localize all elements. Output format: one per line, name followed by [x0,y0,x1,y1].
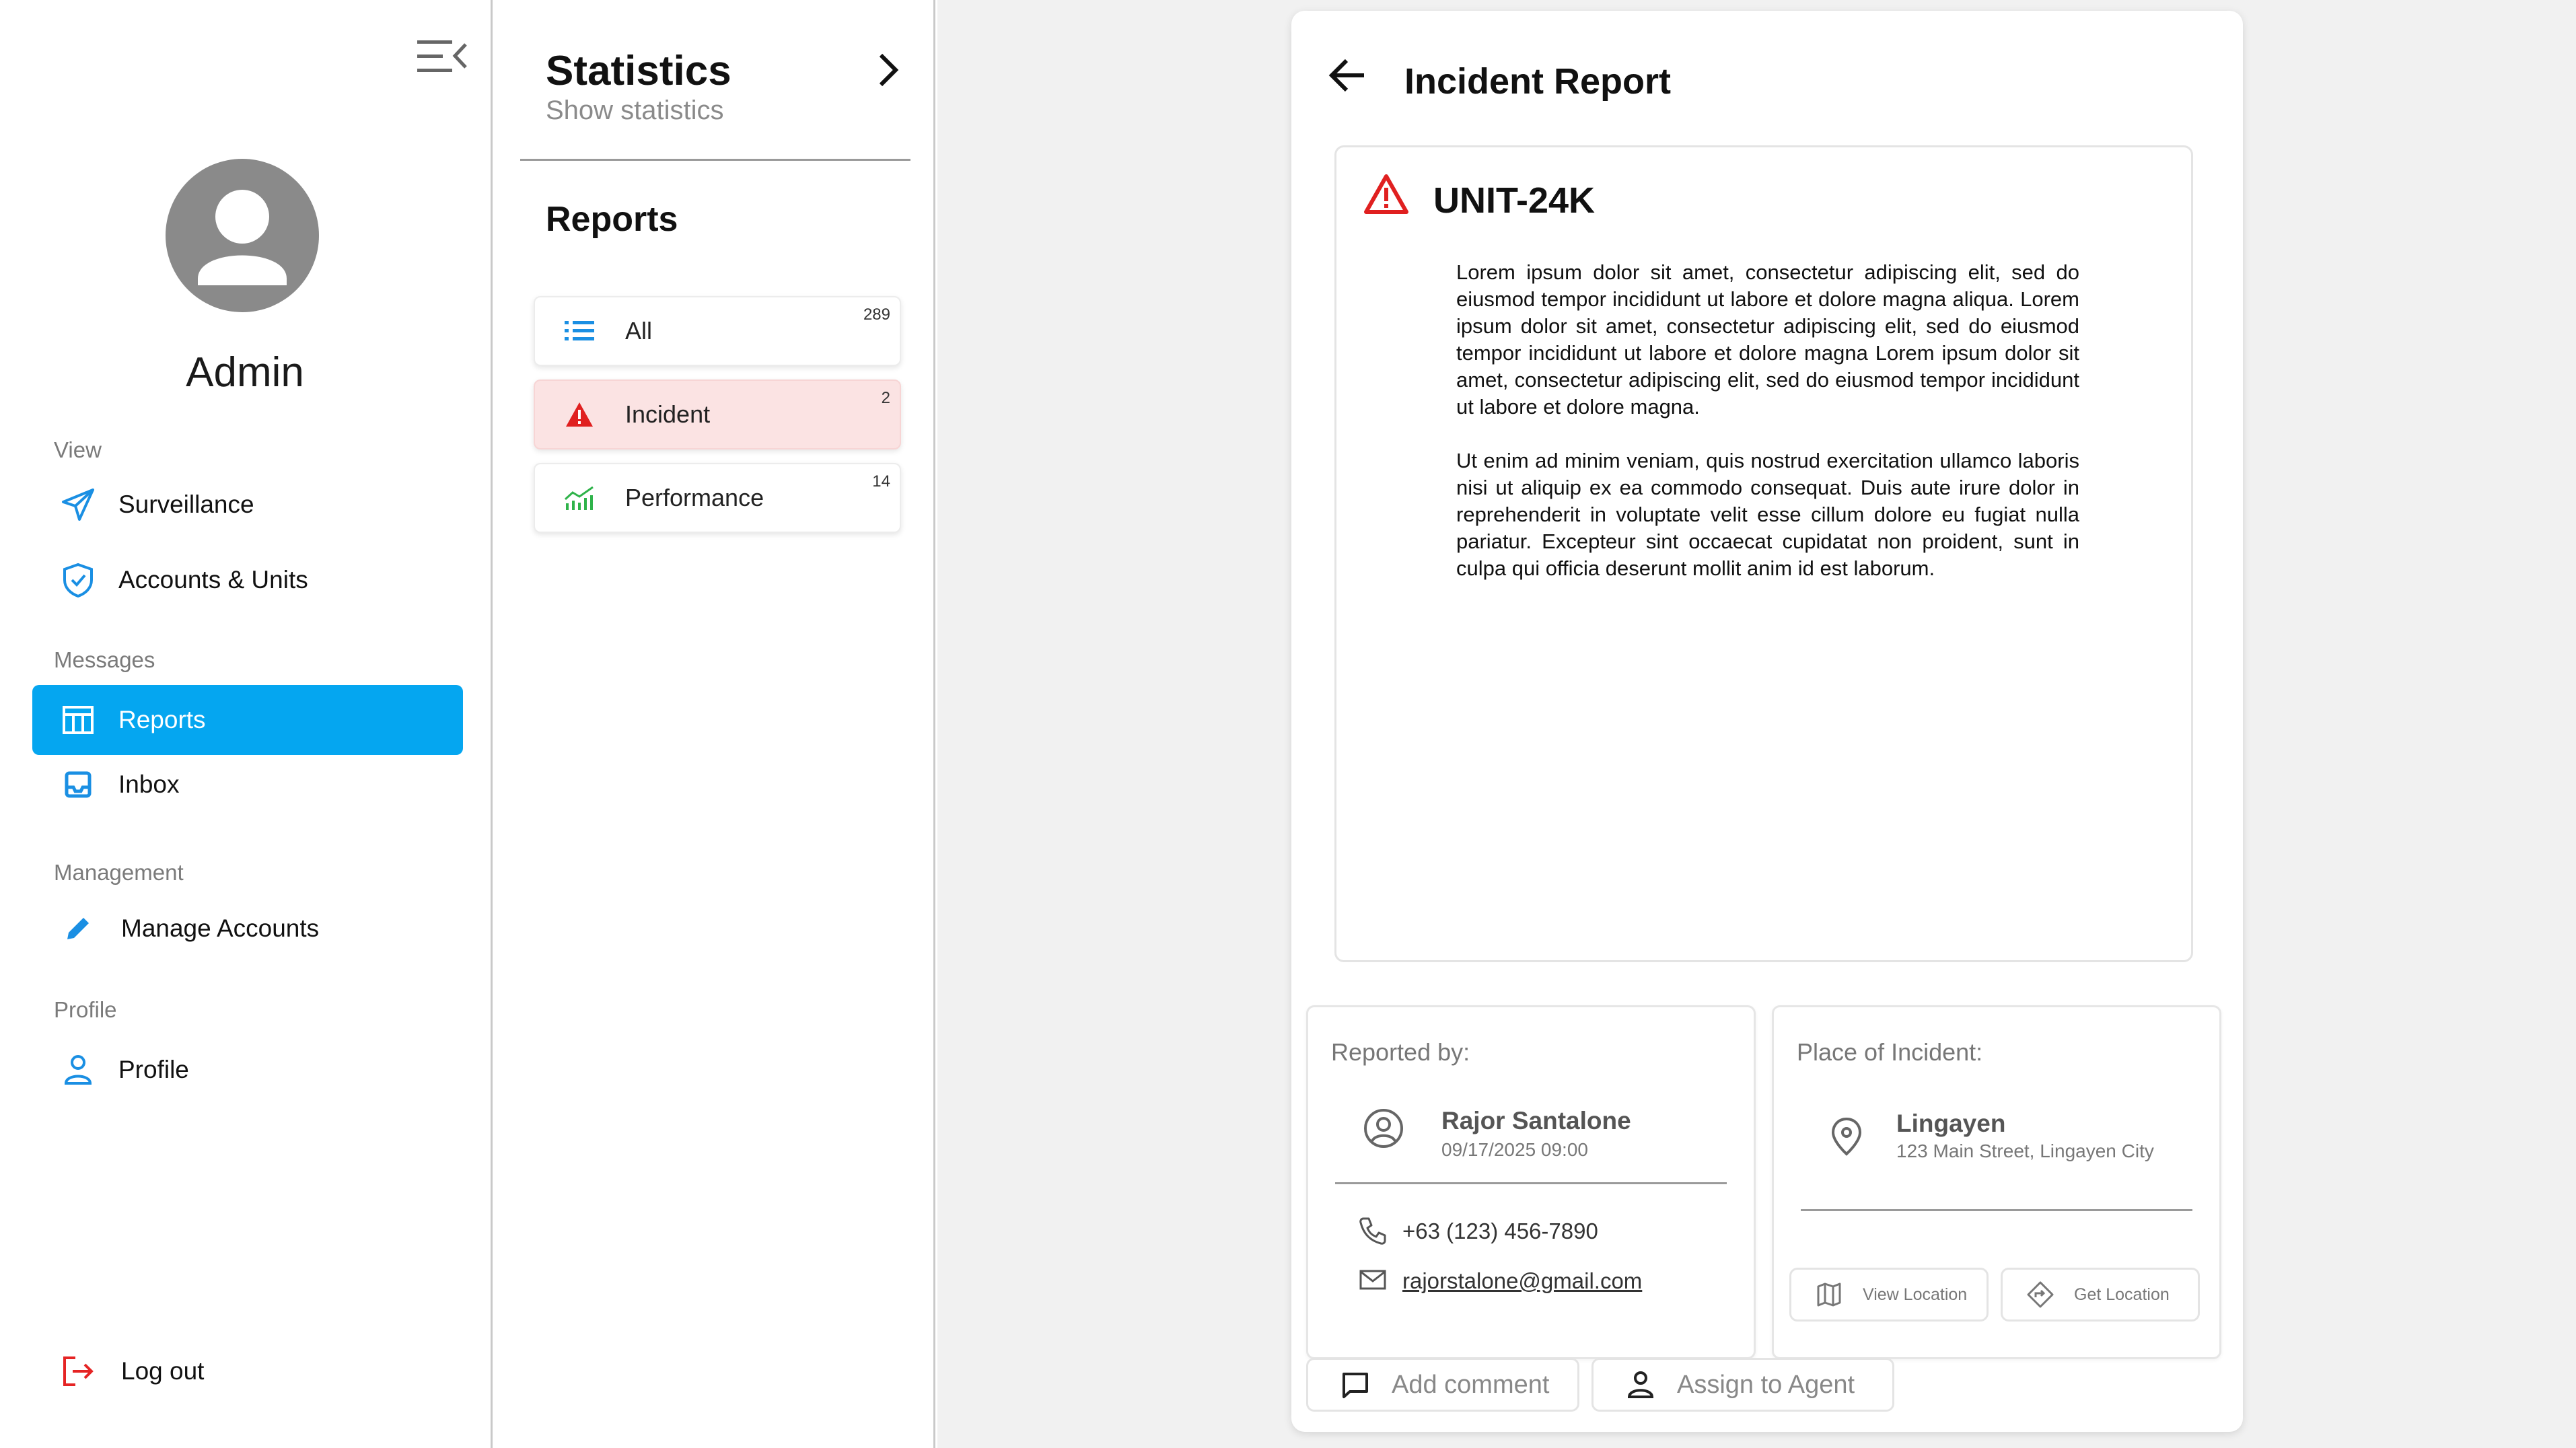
warning-icon [562,397,597,432]
sidebar-item-label: Accounts & Units [118,566,308,593]
shield-icon [59,561,97,599]
category-performance[interactable]: Performance 14 [534,463,901,533]
reported-by-label: Reported by: [1331,1038,1470,1066]
list-icon [562,314,597,349]
view-location-label: View Location [1863,1284,1968,1304]
sidebar-item-label: Reports [118,706,206,733]
mail-icon [1358,1264,1388,1294]
report-paragraph: Lorem ipsum dolor sit amet, consectetur … [1456,260,2079,419]
warning-outline-icon [1363,173,1409,215]
report-paragraph: Ut enim ad minim veniam, quis nostrud ex… [1456,449,2079,580]
add-comment-button[interactable]: Add comment [1306,1358,1579,1412]
place-label: Place of Incident: [1797,1038,1983,1066]
back-arrow-icon[interactable] [1326,54,1369,97]
comment-icon [1339,1369,1371,1401]
reporter-phone: +63 (123) 456-7890 [1402,1219,1598,1243]
sidebar-item-accounts-units[interactable]: Accounts & Units [32,545,463,615]
unit-name: UNIT-24K [1433,180,1596,221]
sidebar-item-label: Manage Accounts [121,914,320,942]
get-location-button[interactable]: Get Location [2001,1268,2200,1322]
sidebar-item-label: Profile [118,1056,189,1083]
sidebar-item-label: Log out [121,1357,205,1385]
sidebar-item-profile[interactable]: Profile [32,1035,463,1105]
chart-icon [562,480,597,515]
view-location-button[interactable]: View Location [1789,1268,1989,1322]
category-count: 2 [881,389,890,407]
collapse-sidebar-icon[interactable] [416,38,468,75]
logout-icon [59,1352,97,1390]
inbox-icon [59,766,97,803]
page-title: Incident Report [1404,61,1672,102]
statistics-title[interactable]: Statistics [546,47,731,95]
category-label: All [625,317,653,345]
section-label-profile: Profile [54,997,117,1022]
incident-report-card: Incident Report UNIT-24K Lorem ipsum dol… [1291,11,2243,1432]
sidebar-item-inbox[interactable]: Inbox [32,750,463,820]
sidebar: Admin View Surveillance Accounts & Units… [0,0,493,1448]
phone-icon [1358,1216,1388,1245]
directions-icon [2027,1281,2054,1308]
report-datetime: 09/17/2025 09:00 [1441,1139,1588,1160]
assign-agent-button[interactable]: Assign to Agent [1591,1358,1894,1412]
user-name: Admin [186,349,304,396]
table-icon [59,701,97,739]
divider [1801,1209,2192,1211]
category-all[interactable]: All 289 [534,296,901,366]
statistics-subtitle: Show statistics [546,96,724,125]
place-address: 123 Main Street, Lingayen City [1896,1141,2154,1161]
avatar [166,159,319,312]
sidebar-item-label: Inbox [118,770,180,798]
location-pin-icon [1825,1115,1868,1158]
send-icon [59,486,97,523]
sidebar-item-reports[interactable]: Reports [32,685,463,755]
report-content-box: UNIT-24K Lorem ipsum dolor sit amet, con… [1334,145,2193,962]
report-body: Lorem ipsum dolor sit amet, consectetur … [1456,259,2079,582]
category-label: Incident [625,400,711,428]
section-label-view: View [54,437,102,462]
reports-panel: Statistics Show statistics Reports All 2… [495,0,935,1448]
sidebar-item-surveillance[interactable]: Surveillance [32,470,463,540]
section-label-management: Management [54,860,184,885]
category-incident[interactable]: Incident 2 [534,379,901,449]
main-area: Incident Report UNIT-24K Lorem ipsum dol… [937,0,2576,1448]
assign-agent-label: Assign to Agent [1677,1370,1855,1399]
sidebar-item-label: Surveillance [118,491,254,518]
reports-title: Reports [546,200,678,239]
section-label-messages: Messages [54,647,155,672]
chevron-right-icon[interactable] [871,51,904,89]
category-count: 289 [863,305,890,324]
pencil-icon [59,910,97,947]
place-name: Lingayen [1896,1110,2006,1137]
map-icon [1816,1281,1842,1308]
reported-by-box: Reported by: Rajor Santalone 09/17/2025 … [1306,1005,1756,1359]
person-icon [1624,1369,1657,1401]
category-label: Performance [625,484,764,511]
person-icon [59,1051,97,1089]
sidebar-item-manage-accounts[interactable]: Manage Accounts [32,894,463,964]
add-comment-label: Add comment [1392,1370,1550,1399]
logout-button[interactable]: Log out [32,1336,463,1406]
get-location-label: Get Location [2074,1284,2170,1304]
reporter-email-link[interactable]: rajorstalone@gmail.com [1402,1268,1642,1294]
divider [1335,1182,1727,1184]
divider [520,159,910,161]
user-circle-icon [1362,1107,1405,1150]
category-count: 14 [872,472,890,491]
reporter-name: Rajor Santalone [1441,1107,1631,1134]
